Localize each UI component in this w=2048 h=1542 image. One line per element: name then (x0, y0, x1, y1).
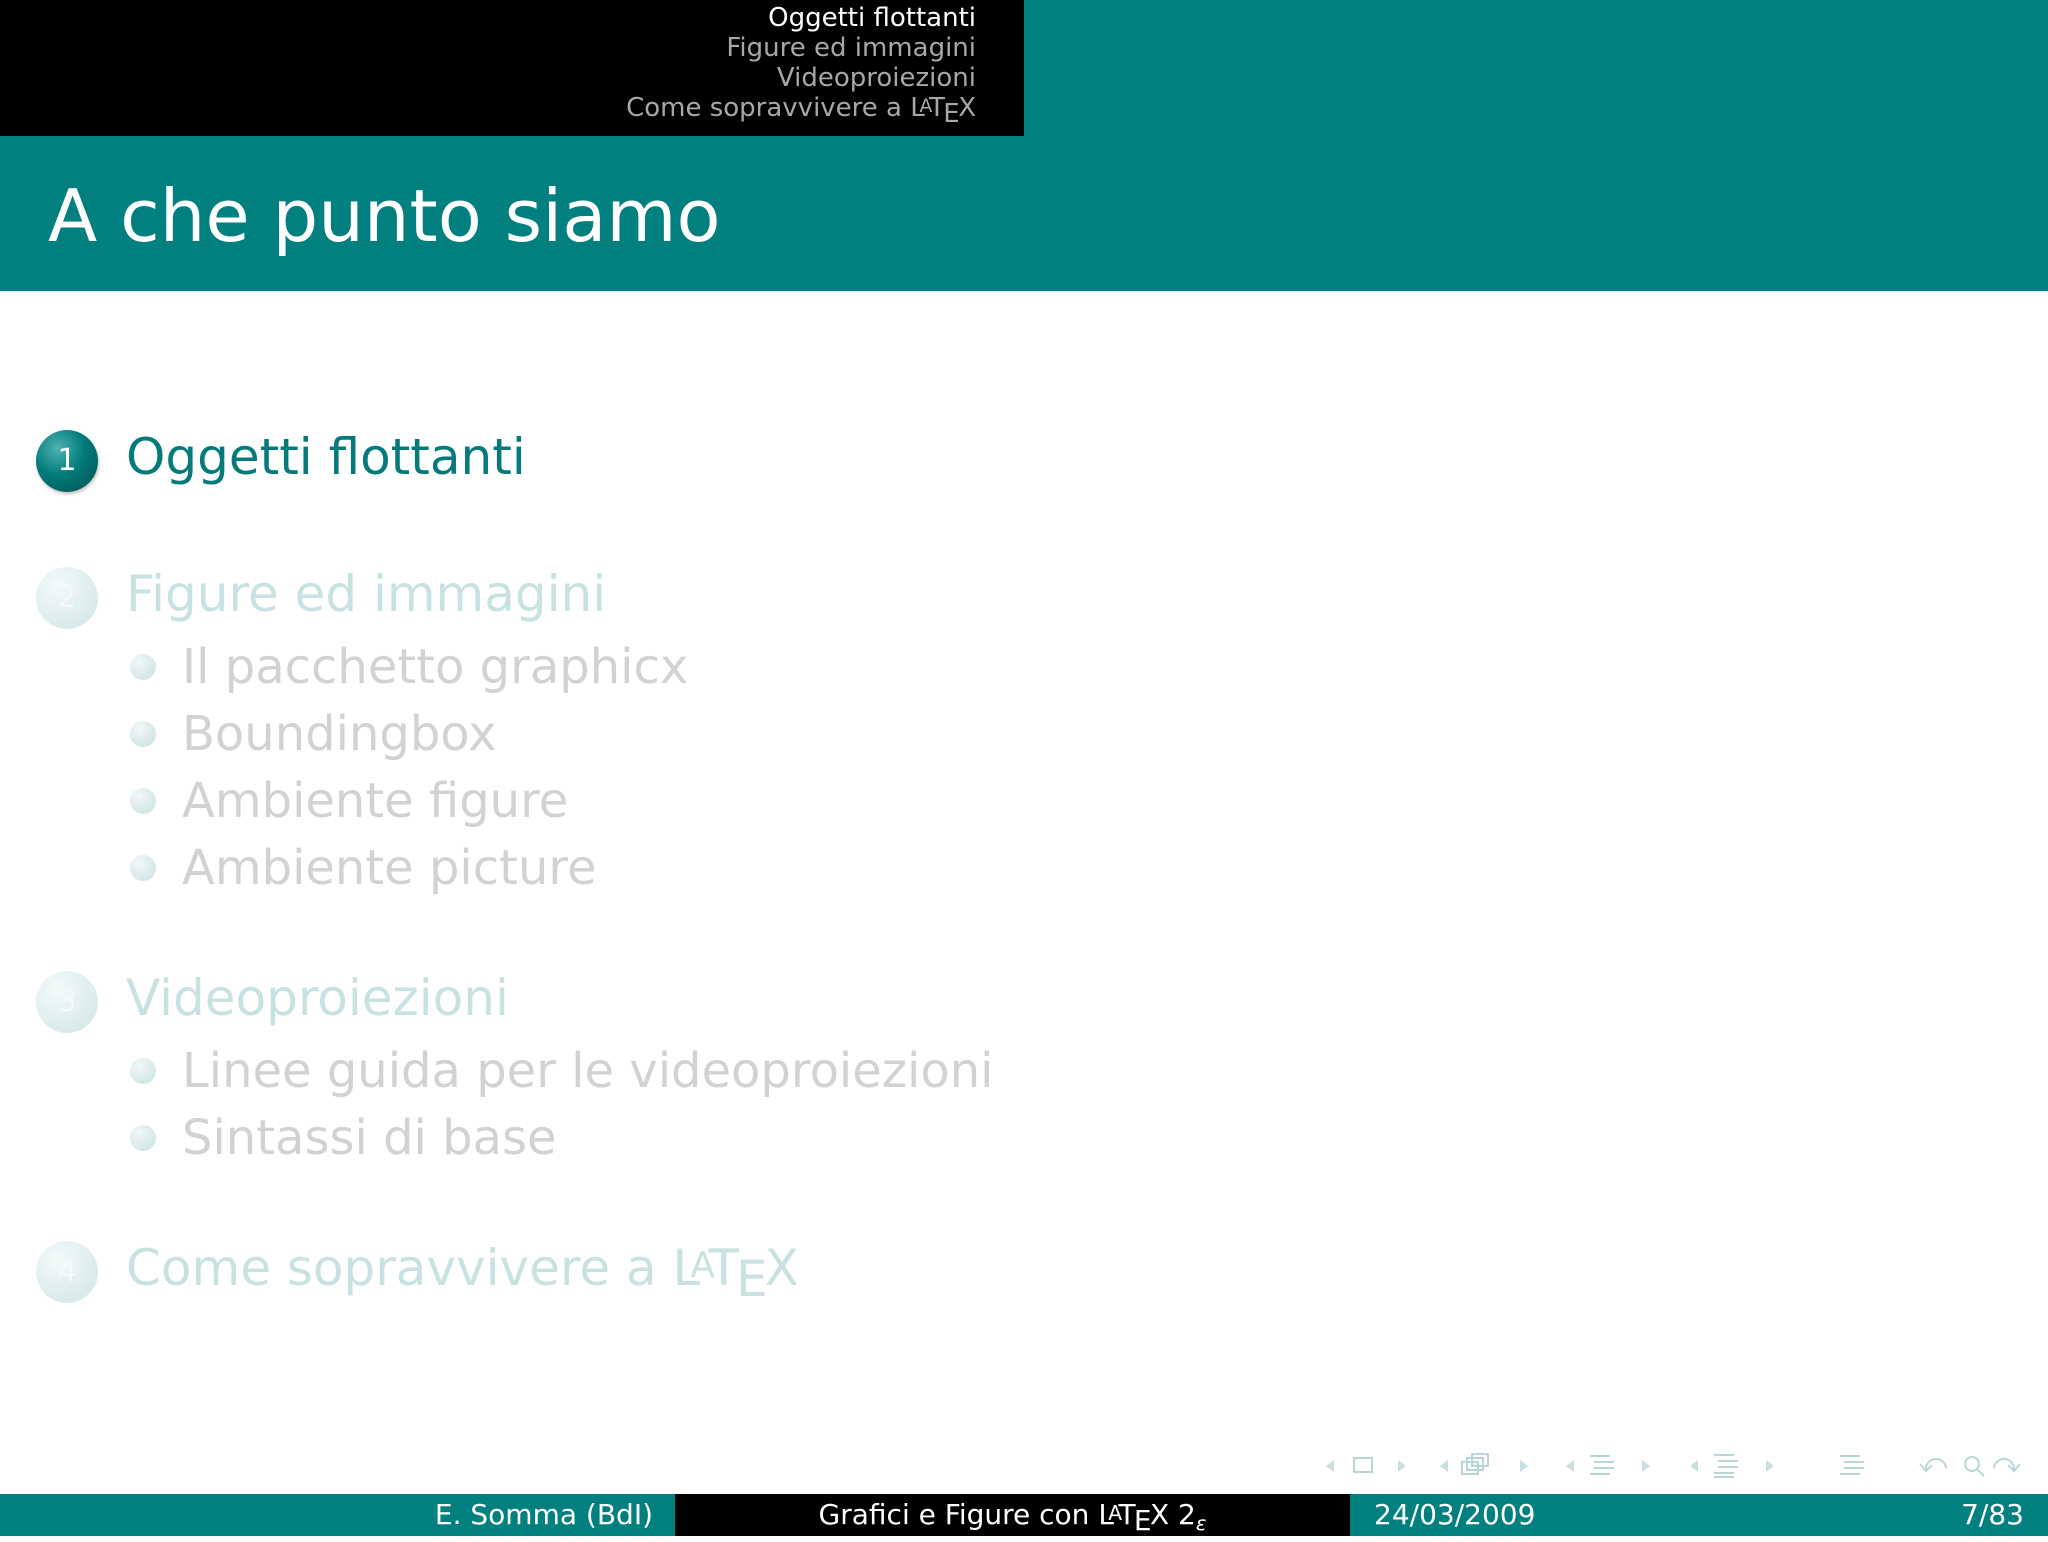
latex-logo: LATEX (672, 1239, 799, 1308)
nav-frame-next-icon[interactable] (1398, 1460, 1406, 1472)
toc-section-label: Figure ed immagini (126, 565, 607, 623)
bullet-icon (130, 721, 156, 747)
footer-title-version: 2 (1178, 1498, 1196, 1531)
section-number-badge: 3 (36, 971, 98, 1033)
toc-section-label: Come sopravvivere a LATEX (126, 1233, 799, 1309)
nav-subsection-icon[interactable] (1461, 1453, 1489, 1475)
nav-document-icon[interactable] (1714, 1454, 1738, 1478)
toc-subsection-label: Ambiente figure (182, 773, 569, 829)
toc-subsection-label: Boundingbox (182, 706, 497, 762)
toc-section-label-text: Come sopravvivere a (126, 1239, 657, 1297)
nav-frame-prev-icon[interactable] (1326, 1460, 1334, 1472)
page-number: 7/83 (1961, 1498, 2024, 1531)
toc-section-label: Oggetti flottanti (126, 428, 526, 486)
nav-section-prev-icon[interactable] (1566, 1460, 1574, 1472)
footer-title-epsilon: ε (1195, 1511, 1207, 1535)
latex-logo: LATEX (1098, 1498, 1170, 1538)
nav-section-icon[interactable] (1590, 1455, 1614, 1475)
toc-section-label: Videoproiezioni (126, 969, 509, 1027)
footer-author: E. Somma (BdI) (0, 1494, 675, 1536)
footer-title-text: Grafici e Figure con (818, 1498, 1090, 1531)
navigation-symbols (1326, 1453, 2021, 1478)
footer-title: Grafici e Figure con LATEX 2ε (675, 1494, 1350, 1538)
bullet-icon (130, 788, 156, 814)
section-number-badge: 1 (36, 430, 98, 492)
toc-subsection-label: Ambiente picture (182, 840, 597, 896)
toc-subsection-label: Sintassi di base (182, 1110, 557, 1166)
footer-date-page: 24/03/2009 7/83 (1350, 1494, 2048, 1536)
bullet-icon (130, 654, 156, 680)
nav-search-icon[interactable] (1964, 1456, 1985, 1477)
bullet-icon (130, 855, 156, 881)
bullet-icon (130, 1125, 156, 1151)
navigation-controls (1300, 1446, 2040, 1486)
section-number-badge: 4 (36, 1241, 98, 1303)
footer: E. Somma (BdI) Grafici e Figure con LATE… (0, 1494, 2048, 1538)
nav-subsection-next-icon[interactable] (1520, 1460, 1528, 1472)
section-number-badge: 2 (36, 567, 98, 629)
bullet-icon (130, 1058, 156, 1084)
nav-document-prev-icon[interactable] (1690, 1460, 1698, 1472)
nav-frame-icon[interactable] (1353, 1457, 1373, 1473)
nav-appendix-icon[interactable] (1840, 1455, 1864, 1475)
footer-date: 24/03/2009 (1374, 1498, 1536, 1531)
table-of-contents: 1 Oggetti flottanti 2 Figure ed immagini… (0, 0, 2048, 1400)
nav-document-next-icon[interactable] (1766, 1460, 1774, 1472)
toc-subsection-label: Il pacchetto graphicx (182, 639, 689, 695)
nav-subsection-prev-icon[interactable] (1440, 1460, 1448, 1472)
toc-subsection-label: Linee guida per le videoproiezioni (182, 1043, 994, 1099)
nav-section-next-icon[interactable] (1642, 1460, 1650, 1472)
